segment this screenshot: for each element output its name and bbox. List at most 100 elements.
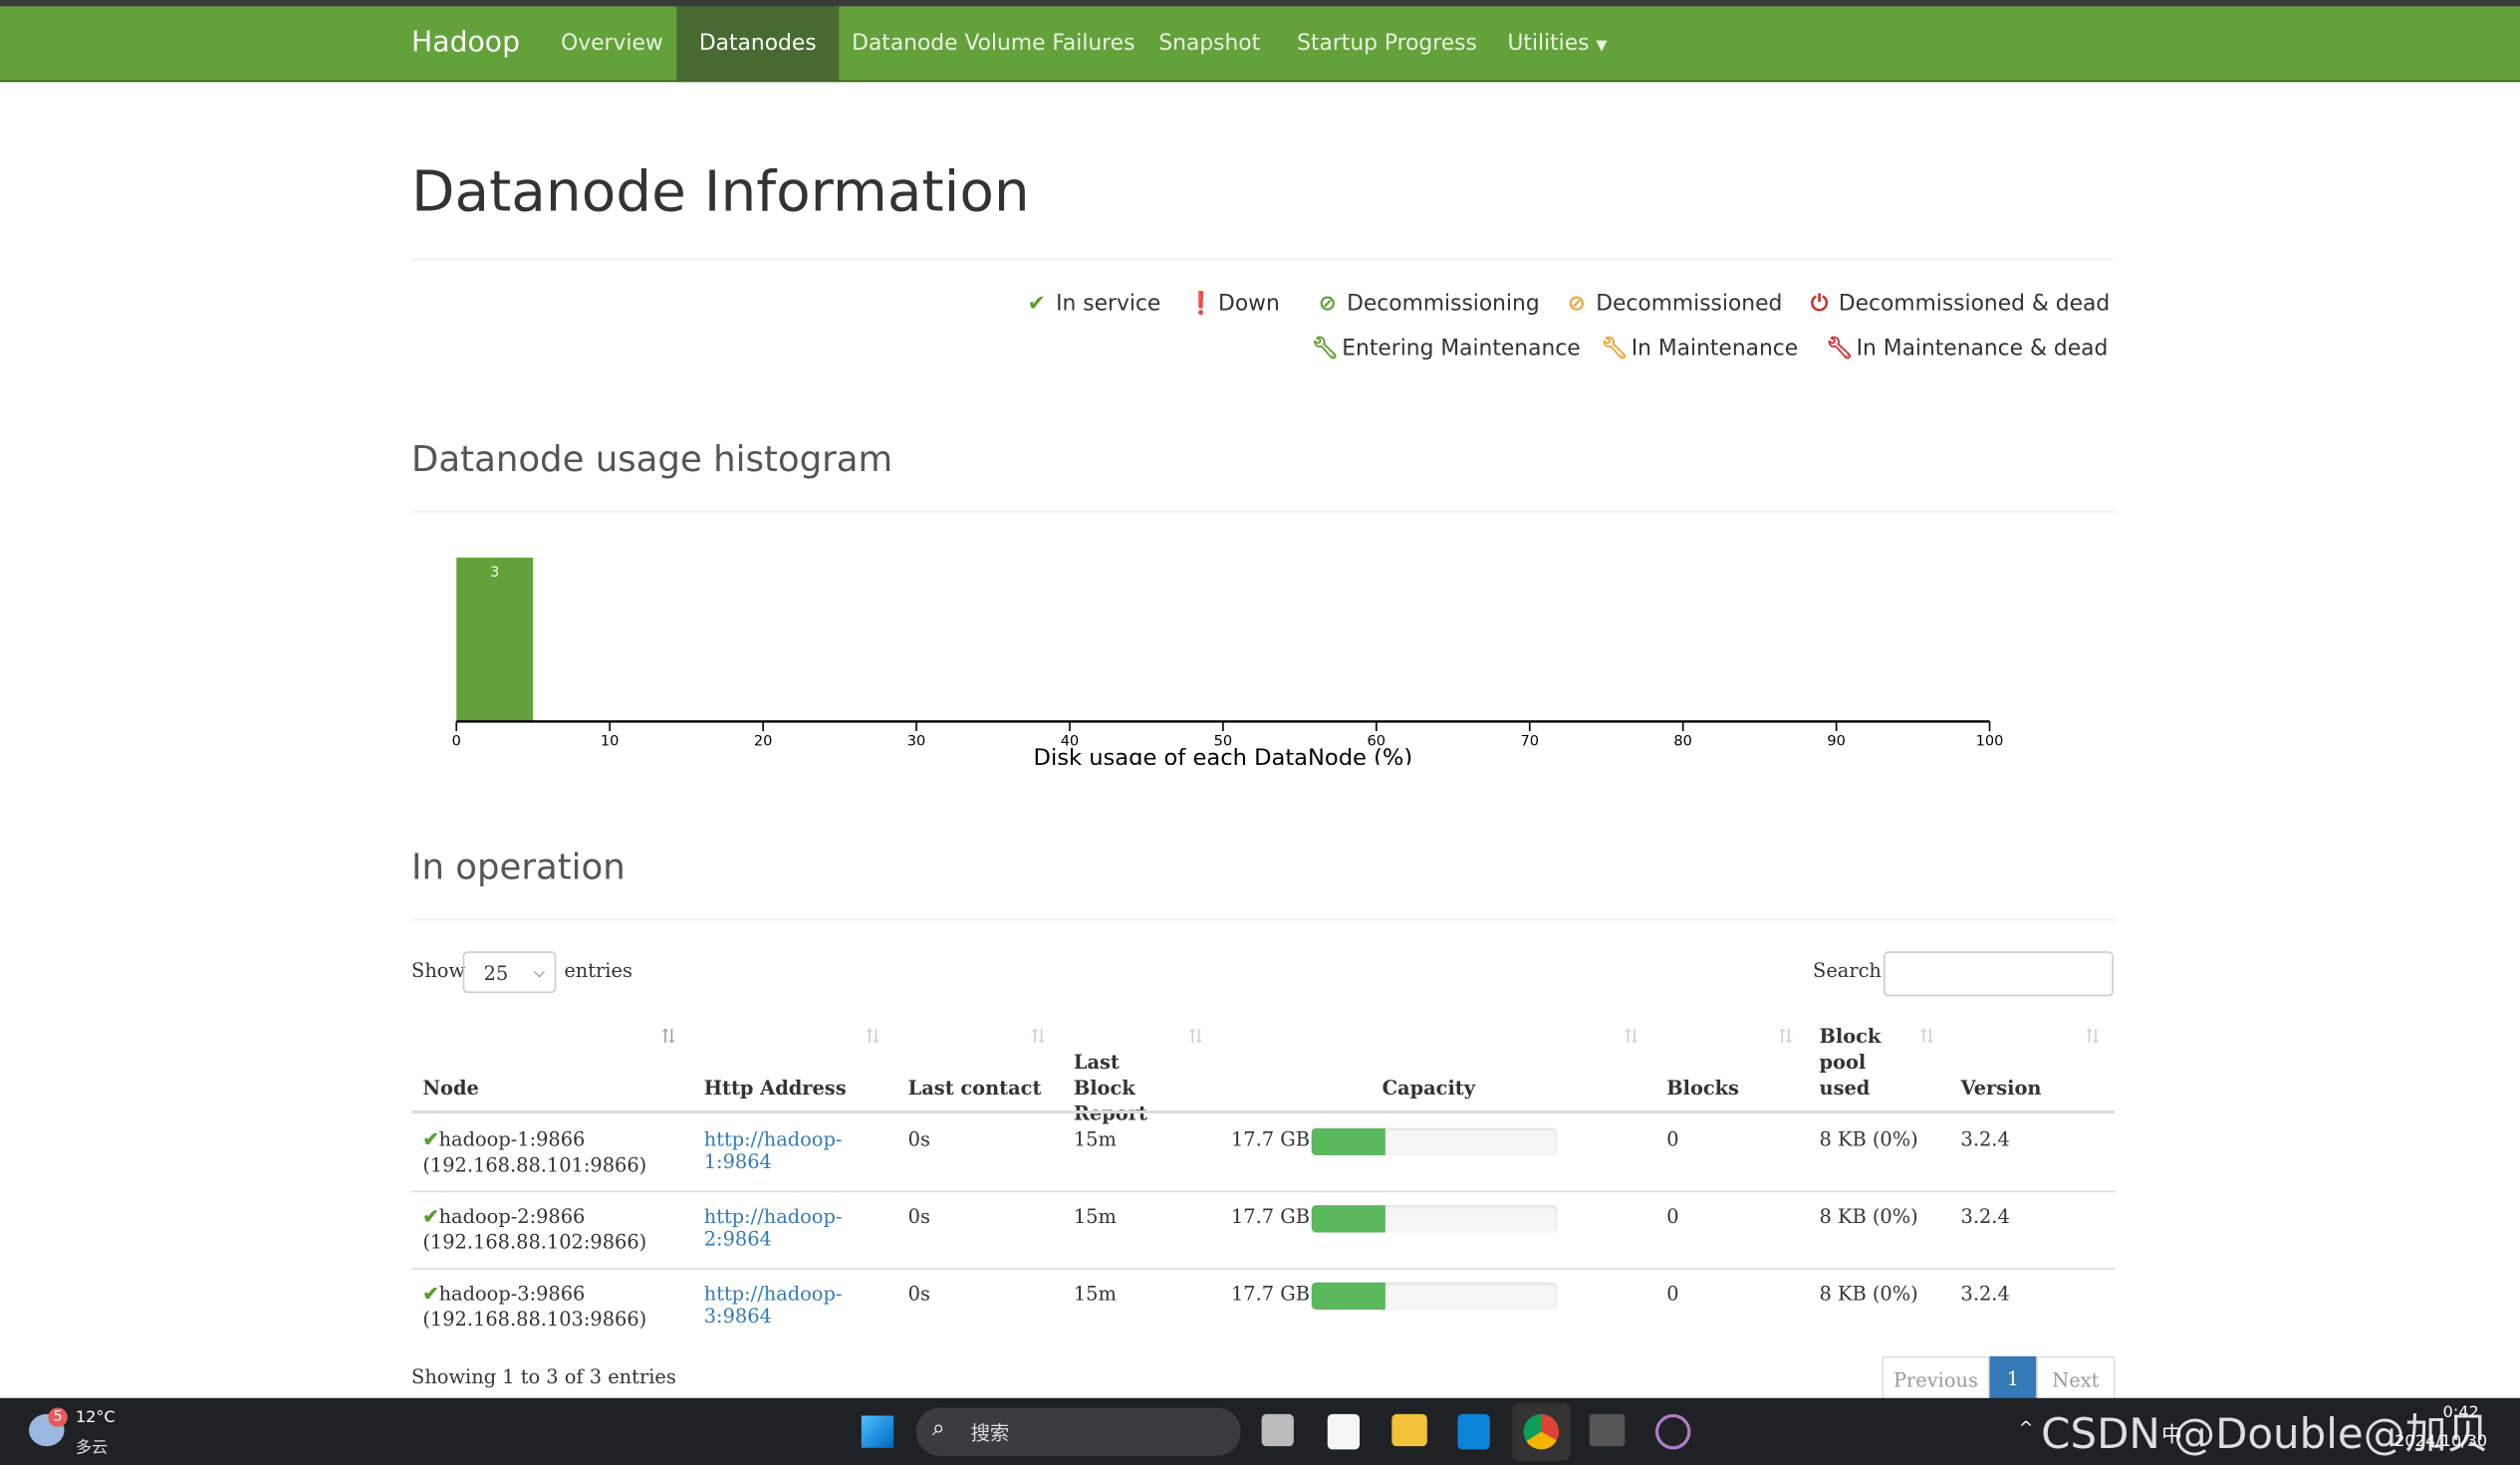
legend-label: Decommissioning: [1347, 291, 1540, 317]
capacity-bar-fill: [1311, 1205, 1386, 1233]
nav-brand[interactable]: Hadoop: [411, 6, 520, 80]
navbar: Hadoop Overview Datanodes Datanode Volum…: [0, 6, 2520, 83]
watermark: CSDN @Double@加贝: [2041, 1410, 2489, 1460]
node-ip: (192.168.88.102:9866): [422, 1230, 647, 1254]
nav-startup-progress[interactable]: Startup Progress: [1275, 6, 1500, 80]
legend-down: ❗ Down: [1187, 291, 1279, 317]
node-name: hadoop-1:9866: [438, 1127, 586, 1151]
col-block-pool-used[interactable]: Block pool used: [1820, 1024, 1885, 1100]
col-node[interactable]: Node: [422, 1075, 478, 1100]
weather-temp: 12°C: [75, 1409, 116, 1427]
block-pool-used: 8 KB (0%): [1819, 1127, 1918, 1151]
x-tick-label: 90: [1827, 734, 1845, 750]
capacity-value: 17.7 GB: [1230, 1205, 1310, 1228]
sort-icon[interactable]: ⇅: [1919, 1025, 1935, 1048]
chrome-icon[interactable]: [1523, 1413, 1560, 1450]
table-info: Showing 1 to 3 of 3 entries: [411, 1365, 676, 1389]
page-title: Datanode Information: [411, 160, 1030, 225]
caret-down-icon: ▼: [1596, 38, 1608, 55]
blocks-count: 0: [1666, 1127, 1679, 1151]
nav-overview[interactable]: Overview: [539, 6, 686, 80]
x-tick-label: 0: [452, 734, 461, 750]
version: 3.2.4: [1960, 1282, 2010, 1306]
store-icon[interactable]: [1327, 1413, 1361, 1450]
x-tick-label: 20: [754, 734, 772, 750]
x-tick-label: 30: [907, 734, 925, 750]
row-divider: [411, 1190, 2116, 1193]
file-explorer-icon[interactable]: [1391, 1413, 1427, 1447]
nav-utilities[interactable]: Utilities ▼: [1485, 6, 1630, 80]
search-placeholder: 搜索: [970, 1421, 1010, 1445]
page-1-button[interactable]: 1: [1989, 1355, 2037, 1401]
page-size-select[interactable]: 25 ⌵: [462, 951, 557, 994]
task-view-icon[interactable]: [1261, 1413, 1294, 1447]
http-address-link[interactable]: http://hadoop- 3:9864: [704, 1283, 843, 1328]
check-icon: ✔: [422, 1205, 439, 1228]
wrench-icon: 🔧︎: [1601, 336, 1629, 363]
x-tick-label: 80: [1673, 734, 1691, 750]
app-icon[interactable]: [1457, 1413, 1490, 1450]
media-player-icon[interactable]: [1654, 1413, 1691, 1450]
nav-datanodes[interactable]: Datanodes: [676, 6, 840, 81]
col-capacity[interactable]: Capacity: [1383, 1075, 1475, 1100]
http-address-link[interactable]: http://hadoop- 2:9864: [704, 1205, 843, 1250]
clock-date[interactable]: 2024/10/30: [2394, 1433, 2487, 1451]
col-last-block-report[interactable]: Last Block Report: [1074, 1050, 1173, 1126]
sort-icon[interactable]: ⇅: [1778, 1025, 1794, 1048]
legend-label: Down: [1218, 291, 1280, 317]
sort-icon[interactable]: ⇅: [1187, 1025, 1203, 1048]
sort-icon[interactable]: ⇅: [2085, 1025, 2101, 1048]
taskbar-search[interactable]: ⌕ 搜索: [915, 1407, 1241, 1456]
usage-histogram: 3 0 10 20 30 40 50 60 70 80 90 100 Disk usage of e…: [452, 557, 2003, 765]
check-icon: ✔: [1027, 291, 1046, 317]
legend-in-service: ✔ In service: [1025, 291, 1161, 317]
legend-decommissioned: ⊘ Decommissioned: [1566, 291, 1783, 317]
node-name: hadoop-3:9866: [438, 1282, 586, 1306]
sort-icon[interactable]: ⇅: [1030, 1025, 1046, 1048]
capacity-value: 17.7 GB: [1230, 1282, 1310, 1306]
last-block-report: 15m: [1073, 1127, 1117, 1151]
search-input[interactable]: [1884, 951, 2114, 997]
next-button[interactable]: Next: [2036, 1355, 2116, 1401]
block-pool-used: 8 KB (0%): [1819, 1205, 1918, 1228]
divider: [411, 511, 2116, 513]
wrench-icon: 🔧︎: [1825, 336, 1854, 363]
last-contact: 0s: [907, 1282, 930, 1306]
legend-decommissioned-dead: ⏻ Decommissioned & dead: [1808, 291, 2110, 317]
bar-label: 3: [490, 565, 499, 581]
ban-icon: ⊘: [1567, 291, 1586, 317]
node-name: hadoop-2:9866: [438, 1205, 586, 1228]
sort-icon[interactable]: ⇅: [1624, 1025, 1639, 1048]
chevron-down-icon: ⌵: [533, 965, 545, 982]
terminal-app-icon[interactable]: [1589, 1413, 1626, 1447]
node-ip: (192.168.88.101:9866): [422, 1153, 647, 1177]
legend-decommissioning: ⊘ Decommissioning: [1316, 291, 1540, 317]
clock-time[interactable]: 0:42: [2443, 1404, 2479, 1422]
operation-title: In operation: [411, 848, 626, 889]
histogram-bar: [456, 557, 534, 722]
exclamation-circle-icon: ❗: [1187, 291, 1215, 317]
tray-chevron-icon[interactable]: ^: [2019, 1417, 2034, 1438]
x-axis-label: Disk usage of each DataNode (%): [1034, 745, 1413, 765]
col-http[interactable]: Http Address: [704, 1075, 847, 1100]
previous-button[interactable]: Previous: [1882, 1355, 1990, 1401]
last-contact: 0s: [907, 1205, 930, 1228]
http-address-link[interactable]: http://hadoop- 1:9864: [704, 1128, 843, 1173]
search-label: Search:: [1813, 959, 1889, 982]
sort-asc-icon[interactable]: ⇅: [660, 1025, 676, 1048]
col-last-contact[interactable]: Last contact: [908, 1075, 1042, 1100]
version: 3.2.4: [1960, 1205, 2010, 1228]
last-contact: 0s: [907, 1127, 930, 1151]
capacity-value: 17.7 GB: [1230, 1127, 1310, 1151]
capacity-bar-fill: [1311, 1282, 1386, 1311]
col-version[interactable]: Version: [1960, 1075, 2041, 1100]
nav-snapshot[interactable]: Snapshot: [1136, 6, 1283, 80]
show-label: Show: [411, 959, 466, 982]
blocks-count: 0: [1666, 1205, 1679, 1228]
windows-start-icon[interactable]: [861, 1415, 894, 1448]
nav-volume-failures[interactable]: Datanode Volume Failures: [830, 6, 1157, 80]
weather-badge: 5: [48, 1407, 68, 1427]
col-blocks[interactable]: Blocks: [1666, 1075, 1739, 1100]
sort-icon[interactable]: ⇅: [865, 1025, 881, 1048]
wrench-icon: 🔧︎: [1311, 336, 1340, 363]
